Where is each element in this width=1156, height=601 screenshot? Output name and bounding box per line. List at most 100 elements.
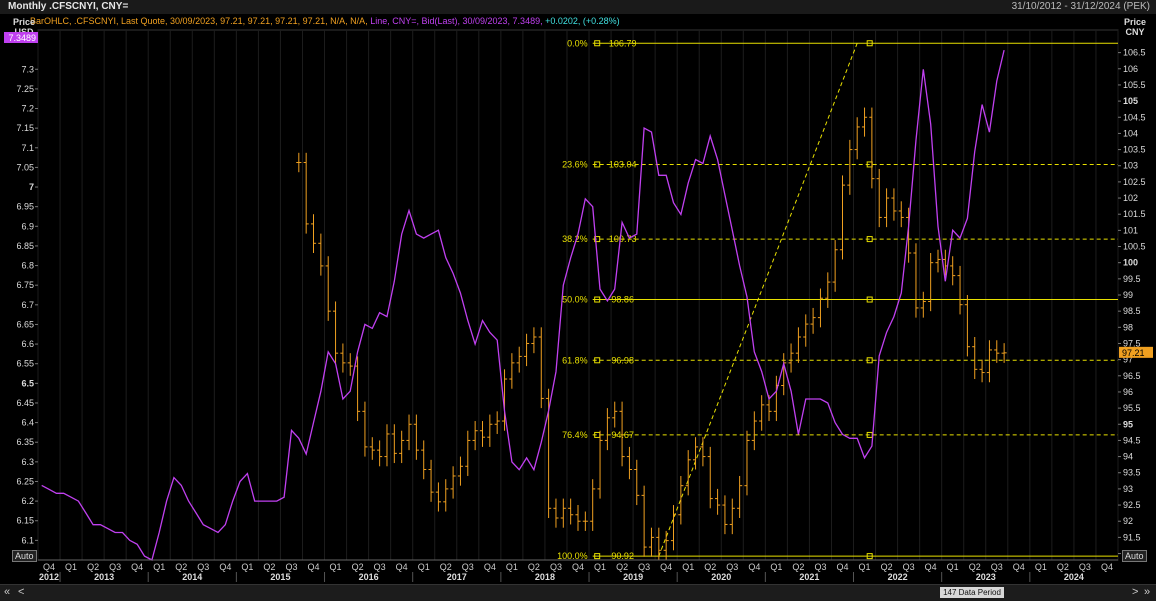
right-tick-label: 94.5 [1123,435,1141,445]
ohlc-bar [318,233,324,276]
right-tick-label: 103 [1123,161,1138,171]
left-tick-label: 6.7 [21,300,34,310]
fib-level-value: 100.73 [609,234,637,244]
x-year-label: 2023 [976,572,996,582]
x-quarter-label: Q2 [175,562,187,572]
next-page-button[interactable]: » [1144,586,1150,599]
left-tick-label: 6.1 [21,535,34,545]
ohlc-bar [406,414,412,451]
data-period-label[interactable]: 147 Data Period [940,587,1004,598]
left-tick-label: 6.6 [21,339,34,349]
ohlc-bar [832,240,838,292]
ohlc-bar [553,498,559,528]
ohlc-bar [759,395,765,431]
ohlc-bar [509,353,515,389]
ohlc-bar [450,466,456,499]
ohlc-bars [296,107,1007,560]
x-quarter-label: Q2 [263,562,275,572]
x-year-label: 2020 [711,572,731,582]
right-tick-label: 100.5 [1123,242,1146,252]
ohlc-bar [737,475,743,518]
fib-marker [866,357,873,364]
right-axis-ticks: 9191.59292.59393.59494.59595.59696.59797… [1118,48,1146,559]
x-quarter-label: Q4 [308,562,320,572]
left-tick-label: 6.75 [16,280,34,290]
fib-marker [594,296,601,303]
left-tick-label: 6.25 [16,476,34,486]
x-quarter-label: Q2 [792,562,804,572]
left-tick-label: 7 [29,182,34,192]
legend-line-series[interactable]: Line, CNY=, Bid(Last), 30/09/2023, 7.348… [370,16,542,26]
x-quarter-label: Q3 [550,562,562,572]
ohlc-bar [421,440,427,480]
ohlc-bar [568,498,574,525]
x-quarter-label: Q1 [330,562,342,572]
scroll-left-button[interactable]: < [18,586,24,599]
left-tick-label: 7.1 [21,143,34,153]
x-quarter-label: Q1 [418,562,430,572]
x-quarter-label: Q3 [726,562,738,572]
fib-marker [594,161,601,168]
ohlc-bar [781,353,787,396]
scroll-bar[interactable]: « < 147 Data Period > » [0,584,1156,601]
ohlc-bar [465,430,471,476]
left-tick-label: 6.95 [16,202,34,212]
right-tick-label: 101 [1123,225,1138,235]
right-tick-label: 106.5 [1123,48,1146,58]
chart-canvas[interactable]: 0.0% 106.79 23.6% 103.04 38.2% 100.73 50.0% 98.… [0,0,1156,600]
ohlc-bar [384,424,390,467]
x-quarter-label: Q4 [572,562,584,572]
right-tick-label: 98 [1123,322,1133,332]
ohlc-bar [810,307,816,334]
fib-level-value: 94.67 [611,430,634,440]
x-year-label: 2017 [447,572,467,582]
left-auto-button[interactable]: Auto [12,550,37,562]
ohlc-bar [854,117,860,160]
ohlc-bar [347,353,353,376]
plot-area [37,29,1119,561]
x-year-label: 2012 [39,572,59,582]
fib-marker [594,553,601,560]
ohlc-bar [332,301,339,363]
ohlc-bar [751,411,757,451]
ohlc-bar [524,333,530,367]
ohlc-bar [766,395,772,422]
x-quarter-label: Q3 [991,562,1003,572]
right-tick-label: 95.5 [1123,403,1141,413]
ohlc-bar [744,430,750,496]
left-axis-title-line2: USD [14,27,34,37]
ohlc-bar [355,356,361,422]
chart-title: Monthly .CFSCNYI, CNY= [8,1,129,12]
scroll-right-button[interactable]: > [1132,586,1138,599]
right-auto-button[interactable]: Auto [1122,550,1147,562]
x-year-label: 2019 [623,572,643,582]
x-quarter-label: Q3 [374,562,386,572]
right-tick-label: 102 [1123,193,1138,203]
x-quarter-label: Q2 [1057,562,1069,572]
ohlc-bar [817,288,824,328]
fib-marker [866,553,873,560]
right-axis-title-line1: Price [1123,17,1147,27]
x-quarter-label: Q4 [484,562,496,572]
left-tick-label: 6.9 [21,221,34,231]
ohlc-bar [884,188,890,228]
ohlc-bar [957,265,963,315]
ohlc-bar [443,479,449,512]
ohlc-bar [715,488,721,515]
ohlc-bar [612,401,618,428]
x-quarter-label: Q4 [43,562,55,572]
left-tick-label: 6.55 [16,359,34,369]
ohlc-bar [891,188,897,221]
ohlc-bar [1001,343,1007,363]
fib-level-percent: 0.0% [567,38,588,48]
prev-page-button[interactable]: « [4,586,10,599]
ohlc-bar [604,408,610,451]
grid [37,30,1119,560]
legend-bar-series[interactable]: BarOHLC, .CFSCNYI, Last Quote, 30/09/202… [30,16,368,26]
ohlc-bar [538,327,544,409]
cny-line [41,49,1005,561]
date-range[interactable]: 31/10/2012 - 31/12/2024 (PEK) [1012,0,1150,14]
x-quarter-label: Q4 [748,562,760,572]
right-tick-label: 105.5 [1123,80,1146,90]
x-quarter-label: Q4 [1101,562,1113,572]
